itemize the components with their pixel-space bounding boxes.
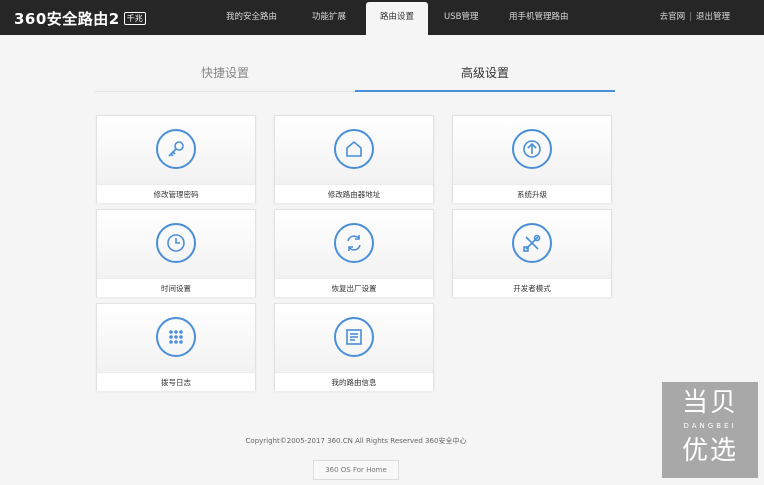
- dangbei-watermark: 当贝 DANGBEI 优选: [662, 382, 758, 478]
- nav-item-usb[interactable]: USB管理: [444, 0, 478, 35]
- nav-item-router-settings[interactable]: 路由设置: [366, 2, 428, 35]
- watermark-top-text: 当贝: [681, 388, 738, 418]
- dialpad-icon: [156, 317, 196, 357]
- card-top: [275, 210, 433, 278]
- settings-tabs: 快捷设置 高级设置: [95, 58, 615, 92]
- nav-item-my-router[interactable]: 我的安全路由: [226, 0, 277, 35]
- key-icon: [156, 129, 196, 169]
- info-document-icon: [334, 317, 374, 357]
- card-change-router-address[interactable]: 修改路由器地址: [274, 115, 434, 203]
- card-change-password[interactable]: 修改管理密码: [96, 115, 256, 203]
- card-label: 拨号日志: [97, 372, 255, 391]
- card-label: 我的路由信息: [275, 372, 433, 391]
- os-for-home-button[interactable]: 360 OS For Home: [313, 460, 399, 480]
- logo-text: 360安全路由2: [14, 9, 120, 28]
- nav-item-extensions[interactable]: 功能扩展: [312, 0, 346, 35]
- card-label: 系统升级: [453, 184, 611, 203]
- card-top: [275, 304, 433, 372]
- card-label: 修改管理密码: [97, 184, 255, 203]
- card-top: [453, 116, 611, 184]
- watermark-bottom-text: 优选: [681, 436, 738, 466]
- card-factory-reset[interactable]: 恢复出厂设置: [274, 209, 434, 297]
- clock-icon: [156, 223, 196, 263]
- tools-icon: [512, 223, 552, 263]
- card-top: [97, 210, 255, 278]
- logo[interactable]: 360安全路由2 千兆: [14, 8, 146, 28]
- copyright-footer: Copyright©2005-2017 360.CN All Rights Re…: [245, 437, 467, 445]
- card-label: 修改路由器地址: [275, 184, 433, 203]
- home-icon: [334, 129, 374, 169]
- card-top: [453, 210, 611, 278]
- link-separator: |: [689, 12, 692, 22]
- card-system-upgrade[interactable]: 系统升级: [452, 115, 612, 203]
- watermark-middle-text: DANGBEI: [683, 422, 737, 430]
- top-right-links: 去官网 | 退出管理: [660, 0, 730, 35]
- tab-quick-settings[interactable]: 快捷设置: [95, 58, 355, 92]
- card-dial-log[interactable]: 拨号日志: [96, 303, 256, 391]
- nav-item-mobile-manage[interactable]: 用手机管理路由: [509, 0, 569, 35]
- card-label: 恢复出厂设置: [275, 278, 433, 297]
- reset-icon: [334, 223, 374, 263]
- top-navigation-bar: 360安全路由2 千兆 我的安全路由 功能扩展 路由设置 USB管理 用手机管理…: [0, 0, 764, 35]
- logout-link[interactable]: 退出管理: [696, 12, 730, 22]
- tab-advanced-settings[interactable]: 高级设置: [355, 58, 615, 92]
- card-developer-mode[interactable]: 开发者模式: [452, 209, 612, 297]
- logo-badge: 千兆: [123, 11, 146, 25]
- card-top: [97, 116, 255, 184]
- card-time-settings[interactable]: 时间设置: [96, 209, 256, 297]
- official-site-link[interactable]: 去官网: [660, 12, 686, 22]
- card-label: 时间设置: [97, 278, 255, 297]
- card-router-info[interactable]: 我的路由信息: [274, 303, 434, 391]
- card-top: [275, 116, 433, 184]
- upgrade-arrow-icon: [512, 129, 552, 169]
- card-label: 开发者模式: [453, 278, 611, 297]
- card-top: [97, 304, 255, 372]
